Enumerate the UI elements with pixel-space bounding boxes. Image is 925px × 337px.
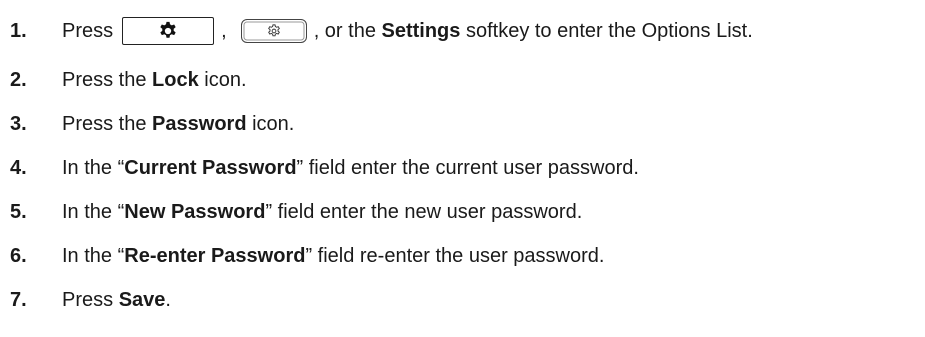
step-tail-text: ” field enter the current user password. — [296, 156, 639, 179]
step-text: In the “ Re-enter Password ” field re-en… — [62, 245, 604, 268]
step-tail-text: ” field enter the new user password. — [265, 200, 583, 223]
settings-key — [240, 19, 307, 43]
step-text: In the “ New Password ” field enter the … — [62, 201, 582, 224]
step-tail-text: softkey to enter the Options List. — [460, 19, 753, 42]
step-bold-text: Current Password — [124, 156, 297, 179]
step-post-text: , or the — [313, 19, 382, 42]
step-number: 1. — [10, 19, 27, 42]
settings-button-icon — [267, 24, 280, 37]
step-tail-text: . — [165, 288, 171, 311]
gear-icon — [160, 21, 176, 38]
step-bold-text: Lock — [152, 68, 199, 91]
step-number: 2. — [10, 68, 27, 91]
gear-key — [122, 17, 215, 45]
step-pre-text: Press — [62, 288, 119, 311]
step-text: Press , , or the Settings softkey to ent… — [62, 17, 753, 45]
step-pre-text: In the “ — [62, 244, 125, 267]
step-tail-text: icon. — [198, 68, 247, 91]
step-bold-text: Settings — [381, 19, 461, 42]
step-number: 4. — [10, 156, 27, 179]
step-bold-text: Password — [152, 112, 247, 135]
step-pre-text: Press — [62, 19, 114, 42]
step-text: Press Save . — [62, 289, 171, 312]
step-number: 6. — [10, 244, 27, 267]
step-bold-text: Save — [118, 288, 166, 311]
step-bold-text: New Password — [124, 200, 266, 223]
step-pre-text: Press the — [62, 112, 153, 135]
step-pre-text: In the “ — [62, 200, 125, 223]
step-number: 5. — [10, 200, 27, 223]
step-tail-text: icon. — [246, 112, 295, 135]
step-number: 7. — [10, 288, 27, 311]
step-text: Press the Lock icon. — [62, 69, 247, 92]
comma-separator: , — [221, 19, 227, 42]
step-pre-text: In the “ — [62, 156, 125, 179]
step-text: In the “ Current Password ” field enter … — [62, 157, 639, 180]
step-text: Press the Password icon. — [62, 113, 294, 136]
step-pre-text: Press the — [62, 68, 153, 91]
step-number: 3. — [10, 112, 27, 135]
step-tail-text: ” field re-enter the user password. — [305, 244, 605, 267]
step-bold-text: Re-enter Password — [124, 244, 306, 267]
